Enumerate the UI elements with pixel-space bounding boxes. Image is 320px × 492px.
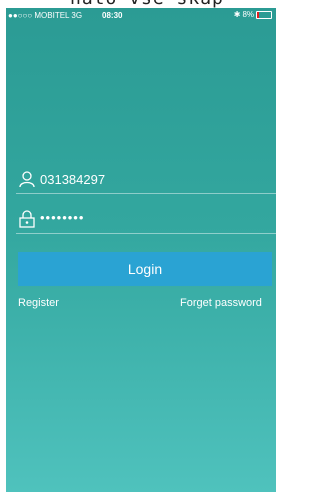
password-value: •••••••• [40,210,85,225]
top-overlay-text: nato vse skap [70,0,224,8]
username-field[interactable]: 031384297 [16,167,276,194]
password-field[interactable]: •••••••• [16,207,276,234]
carrier-label: ●●○○○ MOBITEL 3G [8,11,83,20]
top-overlay-strip: nato vse skap [0,0,276,8]
login-screen: ●●○○○ MOBITEL 3G 08:30 ✱ 8% 031384297 ••… [6,8,276,492]
status-bar: ●●○○○ MOBITEL 3G 08:30 ✱ 8% [6,8,276,22]
register-link[interactable]: Register [18,297,59,309]
lock-icon [19,210,35,228]
login-button[interactable]: Login [18,252,272,286]
battery-icon [256,10,272,19]
battery-percent: 8% [242,10,254,19]
status-right: ✱ 8% [234,10,272,19]
bluetooth-icon: ✱ [233,10,241,19]
username-value: 031384297 [40,172,106,187]
user-icon [19,171,35,188]
forget-password-link[interactable]: Forget password [180,297,262,309]
clock: 08:30 [102,11,123,20]
